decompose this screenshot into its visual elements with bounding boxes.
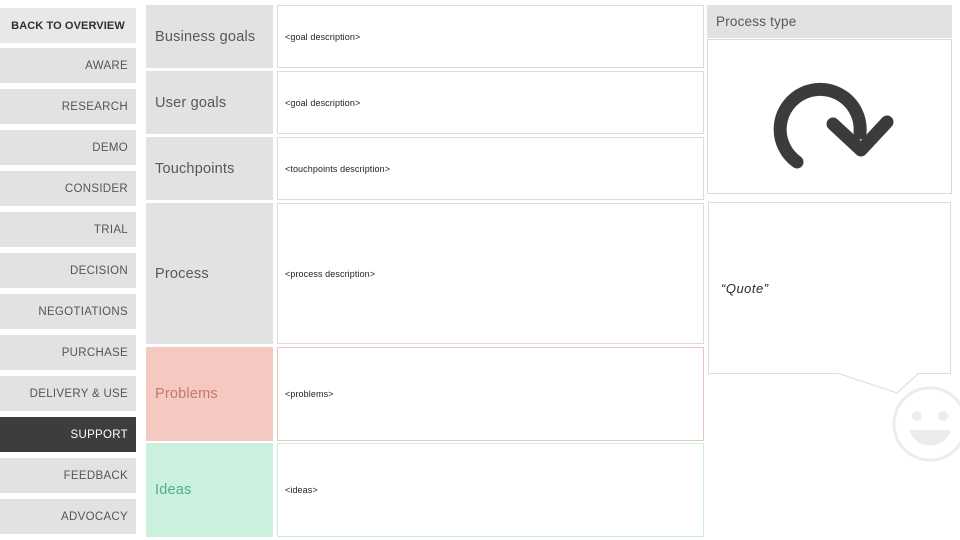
sidebar-item-trial[interactable]: TRIAL bbox=[0, 212, 136, 247]
table-row: User goals <goal description> bbox=[146, 71, 704, 134]
row-description-user-goals[interactable]: <goal description> bbox=[277, 71, 704, 134]
back-to-overview-button[interactable]: BACK TO OVERVIEW bbox=[0, 8, 136, 43]
sidebar-item-support[interactable]: SUPPORT bbox=[0, 417, 136, 452]
circular-arrow-icon bbox=[765, 62, 895, 172]
row-description-problems[interactable]: <problems> bbox=[277, 347, 704, 441]
table-row: Problems <problems> bbox=[146, 347, 704, 441]
sidebar-item-decision[interactable]: DECISION bbox=[0, 253, 136, 288]
sidebar-item-advocacy[interactable]: ADVOCACY bbox=[0, 499, 136, 534]
table-row: Business goals <goal description> bbox=[146, 5, 704, 68]
sidebar-item-delivery-use[interactable]: DELIVERY & USE bbox=[0, 376, 136, 411]
row-description-touchpoints[interactable]: <touchpoints description> bbox=[277, 137, 704, 200]
sidebar-item-aware[interactable]: AWARE bbox=[0, 48, 136, 83]
table-row: Ideas <ideas> bbox=[146, 443, 704, 537]
table-row: Touchpoints <touchpoints description> bbox=[146, 137, 704, 200]
sidebar-item-feedback[interactable]: FEEDBACK bbox=[0, 458, 136, 493]
quote-text: “Quote” bbox=[721, 281, 769, 296]
row-label-problems: Problems bbox=[146, 347, 273, 441]
row-label-business-goals: Business goals bbox=[146, 5, 273, 68]
right-panel: Process type “Quote” bbox=[707, 0, 952, 540]
row-description-business-goals[interactable]: <goal description> bbox=[277, 5, 704, 68]
row-description-process[interactable]: <process description> bbox=[277, 203, 704, 344]
journey-table: Business goals <goal description> User g… bbox=[146, 0, 704, 540]
sidebar-item-negotiations[interactable]: NEGOTIATIONS bbox=[0, 294, 136, 329]
sidebar-item-research[interactable]: RESEARCH bbox=[0, 89, 136, 124]
row-label-user-goals: User goals bbox=[146, 71, 273, 134]
sidebar: BACK TO OVERVIEW AWARE RESEARCH DEMO CON… bbox=[0, 0, 136, 540]
row-label-process: Process bbox=[146, 203, 273, 344]
sidebar-item-purchase[interactable]: PURCHASE bbox=[0, 335, 136, 370]
process-type-box[interactable] bbox=[707, 39, 952, 194]
table-row: Process <process description> bbox=[146, 203, 704, 344]
row-label-ideas: Ideas bbox=[146, 443, 273, 537]
process-type-title: Process type bbox=[707, 5, 952, 38]
row-label-touchpoints: Touchpoints bbox=[146, 137, 273, 200]
sidebar-item-consider[interactable]: CONSIDER bbox=[0, 171, 136, 206]
sidebar-item-demo[interactable]: DEMO bbox=[0, 130, 136, 165]
quote-box[interactable]: “Quote” bbox=[708, 202, 951, 374]
smiley-face-icon bbox=[891, 385, 960, 463]
row-description-ideas[interactable]: <ideas> bbox=[277, 443, 704, 537]
